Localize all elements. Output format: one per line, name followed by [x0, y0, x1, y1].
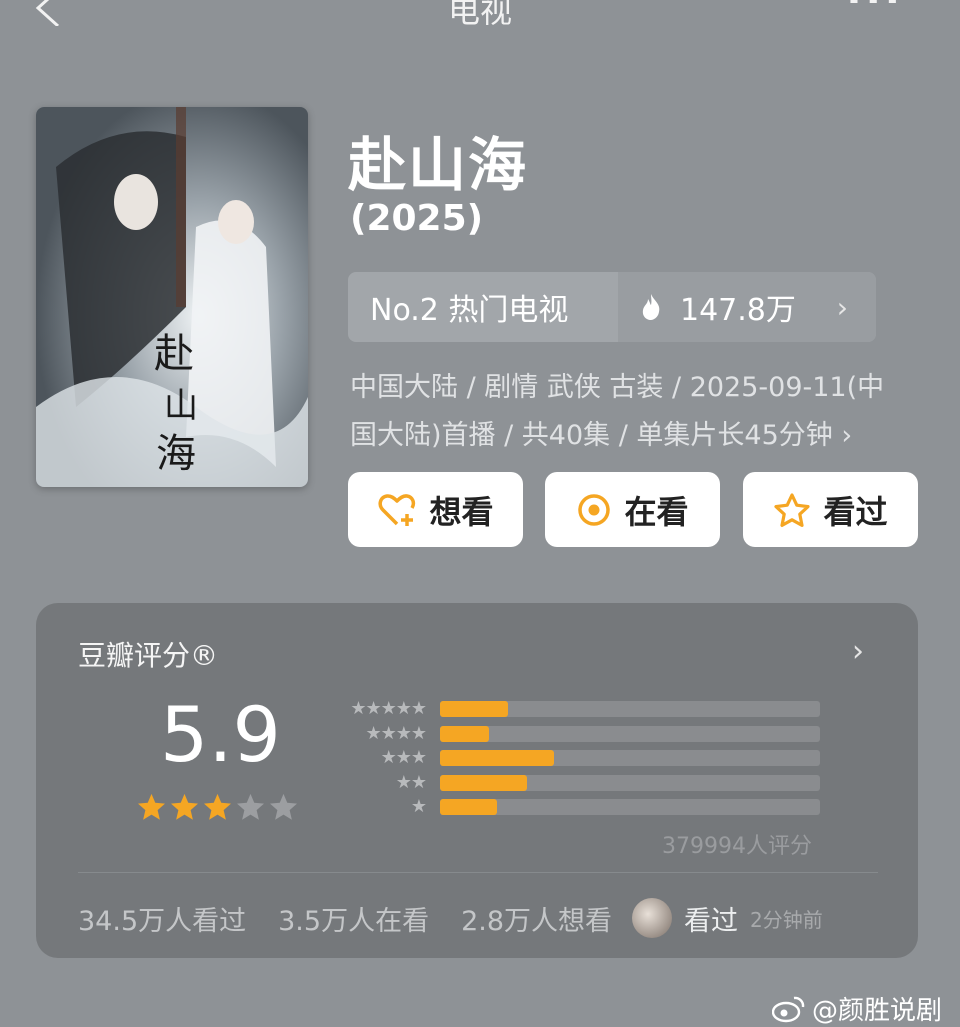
bar-fill [440, 701, 509, 718]
more-icon[interactable]: ··· [846, 0, 904, 20]
watermark: @颜胜说剧 [771, 990, 942, 1027]
rating-bar-5-star: ★★★★★ [330, 697, 820, 722]
want-count[interactable]: 2.8万人想看 [461, 899, 612, 938]
watermark-text: @颜胜说剧 [811, 996, 942, 1026]
rank-heat-bar[interactable]: No.2 热门电视 147.8万 › [348, 272, 876, 342]
rating-bar-4-star: ★★★★ [330, 722, 820, 747]
flame-icon [642, 294, 660, 320]
poster-art: 赴 山 海 [36, 107, 308, 487]
rating-distribution: ★★★★★ ★★★★ ★★★ ★★ ★ [330, 697, 820, 820]
watching-button[interactable]: 在看 [545, 472, 720, 547]
rating-bar-2-star: ★★ [330, 771, 820, 796]
rank-label[interactable]: No.2 热门电视 [348, 272, 618, 342]
bar-track [440, 774, 820, 791]
star-empty-icon [237, 793, 264, 820]
bar-fill [440, 774, 528, 791]
target-icon [576, 492, 612, 528]
rating-score: 5.9 [160, 690, 281, 779]
divider [78, 872, 878, 873]
bar-fill [440, 725, 490, 742]
star-filled-icon [138, 793, 165, 820]
friend-action: 看过 [684, 905, 739, 937]
rating-label: 豆瓣评分® [78, 639, 219, 672]
star-filled-icon [171, 793, 198, 820]
page-title: 电视 [447, 0, 512, 30]
chevron-right-icon[interactable]: › [852, 634, 864, 669]
want-label: 想看 [429, 492, 494, 531]
rating-bar-1-star: ★ [330, 795, 820, 820]
star-filled-icon [204, 793, 231, 820]
svg-text:山: 山 [164, 386, 198, 426]
chevron-right-icon: › [836, 290, 848, 324]
rating-stars [136, 792, 299, 822]
meta-line-2: 国大陆)首播 / 共40集 / 单集片长45分钟 › [350, 420, 853, 451]
svg-text:赴: 赴 [154, 331, 194, 377]
weibo-logo-icon [771, 996, 805, 1022]
bar-fill [440, 799, 497, 816]
bar-star-label: ★★ [395, 771, 427, 793]
bar-star-label: ★★★★★ [350, 698, 427, 720]
bar-track [440, 701, 820, 718]
heat-section[interactable]: 147.8万 › [618, 272, 876, 342]
show-year: (2025) [350, 198, 484, 239]
bar-star-label: ★★★ [380, 747, 427, 769]
avatar[interactable] [632, 898, 673, 938]
watched-button[interactable]: 看过 [743, 472, 918, 547]
heart-plus-icon [377, 492, 417, 528]
want-to-watch-button[interactable]: 想看 [348, 472, 523, 547]
star-empty-icon [270, 793, 297, 820]
show-title: 赴山海 [348, 131, 529, 199]
watching-label: 在看 [624, 492, 689, 531]
bar-track [440, 799, 820, 816]
meta-line-1: 中国大陆 / 剧情 武侠 古装 / 2025-09-11(中 [350, 372, 885, 403]
bar-star-label: ★★★★ [365, 722, 427, 744]
bar-fill [440, 750, 554, 767]
show-meta[interactable]: 中国大陆 / 剧情 武侠 古装 / 2025-09-11(中 国大陆)首播 / … [350, 364, 930, 460]
star-outline-icon [773, 492, 811, 528]
rating-count: 379994人评分 [662, 834, 812, 859]
watched-count[interactable]: 34.5万人看过 [78, 899, 246, 938]
rating-bar-3-star: ★★★ [330, 746, 820, 771]
bar-star-label: ★ [410, 796, 427, 818]
watch-stats[interactable]: 34.5万人看过 3.5万人在看 2.8万人想看 看过 2分钟前 [78, 898, 823, 938]
watching-count[interactable]: 3.5万人在看 [278, 899, 429, 938]
heat-value: 147.8万 [680, 293, 796, 328]
watched-label: 看过 [823, 492, 888, 531]
poster-image[interactable]: 赴 山 海 [36, 107, 308, 487]
svg-text:海: 海 [156, 431, 196, 477]
bar-track [440, 750, 820, 767]
friend-time: 2分钟前 [750, 907, 823, 932]
bar-track [440, 725, 820, 742]
